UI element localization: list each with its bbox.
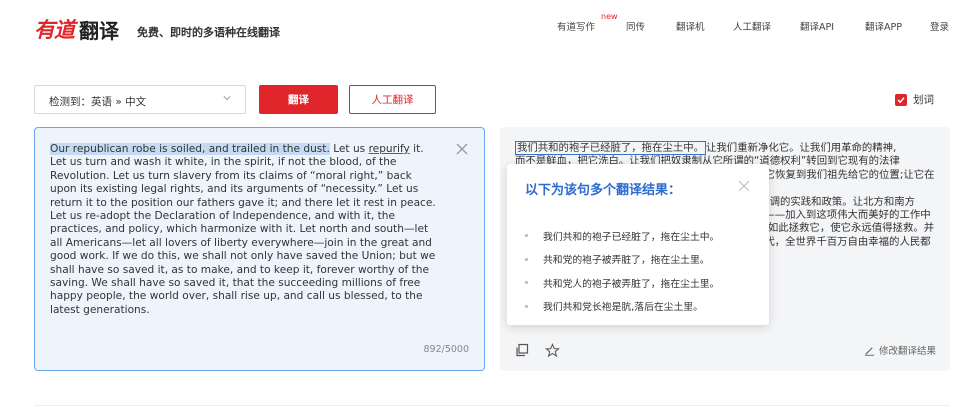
selected-translation-sentence[interactable]: 我们共和的袍子已经脏了，拖在尘土中。 [515,141,707,155]
nav-item-writing[interactable]: 有道写作 new [557,12,618,33]
star-icon[interactable] [545,343,560,358]
edit-translation-link[interactable]: 修改翻译结果 [864,343,936,357]
bullet-icon [525,304,528,308]
edit-translation-label: 修改翻译结果 [878,346,936,357]
alternative-item[interactable]: 共和党人的袍子被弄脏了，拖在尘土里。 [525,271,757,295]
youdao-logo[interactable]: 有道 翻译 [34,14,119,44]
nav-label: 有道写作 [557,22,596,33]
source-textarea[interactable]: Our republican robe is soiled, and trail… [50,143,440,317]
new-badge: new [601,12,618,21]
copy-icon[interactable] [515,343,529,357]
checkbox-checked-icon[interactable] [895,93,907,106]
alternative-text: 我们共和党长袍是肮,落后在尘土里。 [543,302,703,314]
alternative-text: 我们共和的袍子已经脏了，拖在尘土中。 [543,231,720,243]
language-select-value: 检测到：英语 » 中文 [49,96,147,108]
nav-item-interpretation[interactable]: 同传 [626,19,645,33]
translation-line: 我们共和的袍子已经脏了，拖在尘土中。 让我们重新净化它。让我们用革命的精神, [515,141,939,155]
top-nav: 有道写作 new 同传 翻译机 人工翻译 翻译API 翻译APP 登录 [557,12,950,35]
translate-button[interactable]: 翻译 [259,85,338,114]
nav-item-translator-device[interactable]: 翻译机 [676,19,705,33]
alternative-item[interactable]: 共和党的袍子被弄脏了，拖在尘土里。 [525,248,757,272]
word-select-label: 划词 [913,94,934,106]
source-text-segment: it. Let us turn and wash it white, in th… [50,143,436,316]
alternative-text: 共和党人的袍子被弄脏了，拖在尘土里。 [543,278,720,290]
translate-toolbar: 检测到：英语 » 中文 翻译 人工翻译 划词 [34,85,934,114]
translation-segment: 让我们重新净化它。让我们用革命的精神, [706,142,897,154]
top-header: 有道 翻译 免费、即时的多语种在线翻译 有道写作 new 同传 翻译机 人工翻译… [0,0,962,56]
alternative-item[interactable]: 我们共和党长袍是肮,落后在尘土里。 [525,295,757,319]
clear-input-icon[interactable] [455,142,469,156]
nav-item-login[interactable]: 登录 [930,19,949,33]
word-select-toggle[interactable]: 划词 [895,92,934,107]
alternative-list: 我们共和的袍子已经脏了，拖在尘土中。 共和党的袍子被弄脏了，拖在尘土里。 共和党… [525,224,757,318]
logo-brand-text: 有道 [34,17,75,42]
language-select[interactable]: 检测到：英语 » 中文 [34,85,246,114]
alternative-item[interactable]: 我们共和的袍子已经脏了，拖在尘土中。 [525,224,757,248]
alternative-text: 共和党的袍子被弄脏了，拖在尘土里。 [543,255,710,267]
close-icon[interactable] [738,180,750,192]
result-tools [515,343,560,358]
spellcheck-word[interactable]: repurify [369,143,410,155]
source-text-segment: Let us [329,143,369,155]
alternative-translations-popup: 以下为该句多个翻译结果： 我们共和的袍子已经脏了，拖在尘土中。 共和党的袍子被弄… [507,164,769,325]
pencil-icon [864,346,875,356]
source-text-panel[interactable]: Our republican robe is soiled, and trail… [34,127,485,371]
bullet-icon [525,234,528,238]
logo-product-text: 翻译 [79,18,119,43]
slogan: 免费、即时的多语种在线翻译 [137,26,280,39]
nav-item-app[interactable]: 翻译APP [865,19,902,33]
divider [34,405,950,406]
popup-title: 以下为该句多个翻译结果： [525,183,682,198]
selected-sentence[interactable]: Our republican robe is soiled, and trail… [50,143,330,155]
nav-item-api[interactable]: 翻译API [800,19,834,33]
human-translation-button[interactable]: 人工翻译 [349,85,436,114]
chevron-down-icon [223,96,231,101]
bullet-icon [525,281,528,285]
nav-item-human-translation[interactable]: 人工翻译 [733,19,771,33]
character-count: 892/5000 [423,344,469,355]
bullet-icon [525,257,528,261]
